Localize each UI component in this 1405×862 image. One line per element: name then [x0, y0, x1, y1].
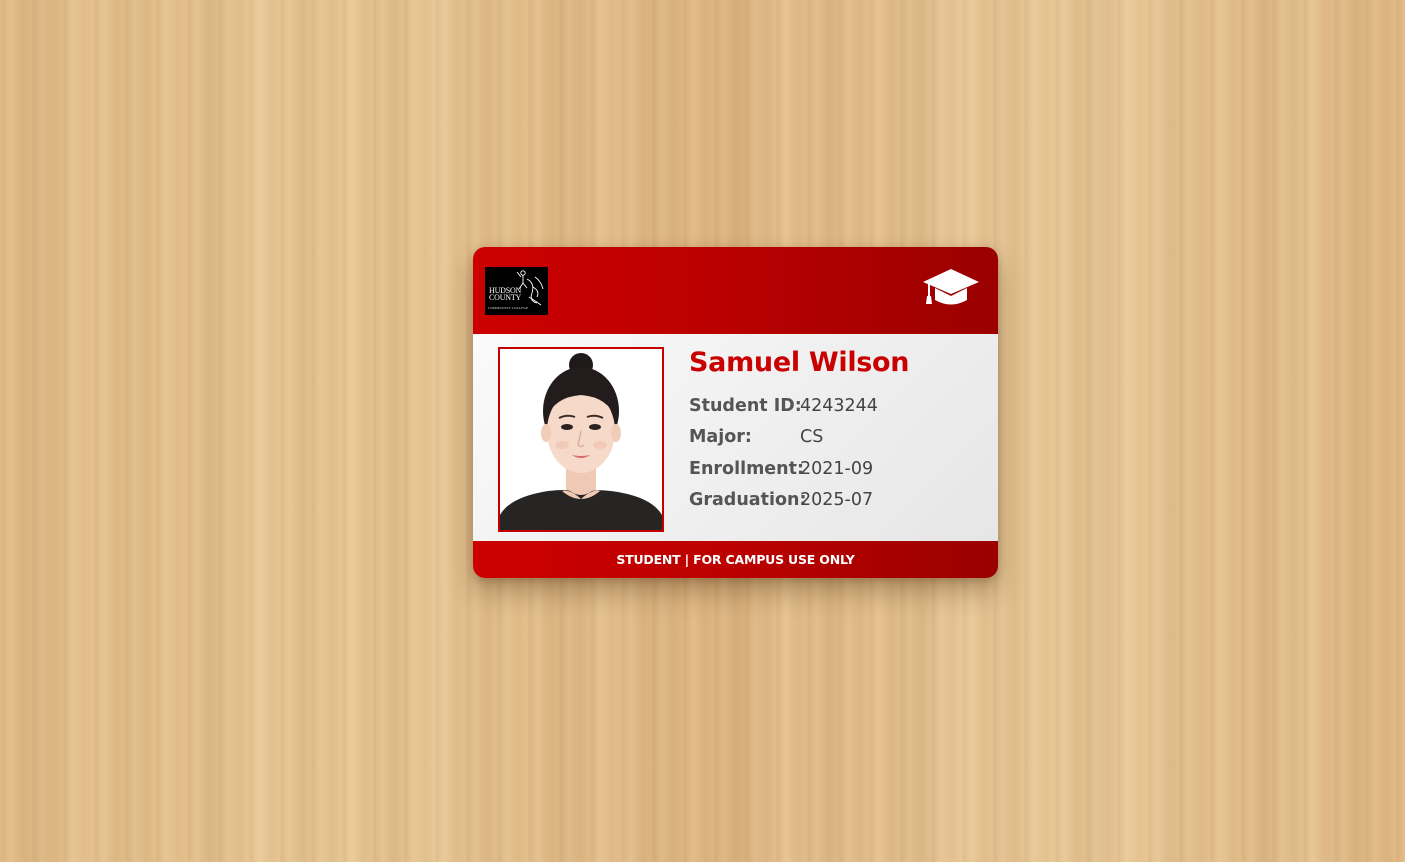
- field-row-student-id: Student ID: 4243244: [689, 396, 979, 422]
- enrollment-value: 2021-09: [800, 459, 874, 479]
- logo-line-2: COUNTY: [489, 293, 522, 302]
- graduation-value: 2025-07: [800, 490, 874, 510]
- student-photo: [498, 347, 664, 532]
- card-header: HUDSON COUNTY COMMUNITY COLLEGE: [473, 247, 998, 334]
- portrait-image: [500, 349, 662, 530]
- logo-line-3: COMMUNITY COLLEGE: [488, 306, 529, 310]
- field-row-graduation: Graduation: 2025-07: [689, 490, 979, 516]
- graduation-cap-icon: [923, 269, 979, 305]
- major-label: Major:: [689, 427, 752, 447]
- card-footer: STUDENT | FOR CAMPUS USE ONLY: [473, 541, 998, 578]
- logo-wordmark: HUDSON COUNTY: [489, 287, 522, 302]
- graduation-label: Graduation:: [689, 490, 807, 510]
- major-value: CS: [800, 427, 824, 447]
- college-logo: HUDSON COUNTY COMMUNITY COLLEGE: [485, 267, 548, 315]
- enrollment-label: Enrollment:: [689, 459, 804, 479]
- field-row-enrollment: Enrollment: 2021-09: [689, 459, 979, 485]
- field-row-major: Major: CS: [689, 427, 979, 453]
- student-id-card: HUDSON COUNTY COMMUNITY COLLEGE Samuel W…: [473, 247, 998, 578]
- student-id-value: 4243244: [800, 396, 878, 416]
- student-name: Samuel Wilson: [689, 347, 910, 378]
- card-body: Samuel Wilson Student ID: 4243244 Major:…: [473, 334, 998, 541]
- student-id-label: Student ID:: [689, 396, 802, 416]
